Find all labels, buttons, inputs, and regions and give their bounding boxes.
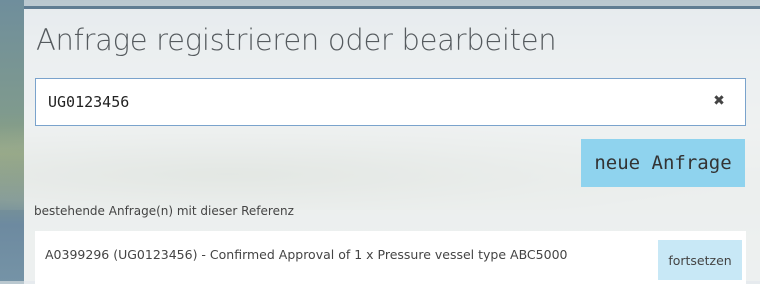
reference-search-field[interactable]: ✖ — [35, 78, 746, 126]
page-title: Anfrage registrieren oder bearbeiten — [36, 23, 557, 57]
reference-input[interactable] — [36, 79, 696, 125]
request-summary: A0399296 (UG0123456) - Confirmed Approva… — [45, 247, 568, 262]
new-request-button[interactable]: neue Anfrage — [581, 139, 745, 187]
list-item: A0399296 (UG0123456) - Confirmed Approva… — [35, 231, 746, 284]
request-panel: Anfrage registrieren oder bearbeiten ✖ n… — [24, 6, 760, 284]
close-icon[interactable]: ✖ — [711, 93, 727, 109]
existing-requests-label: bestehende Anfrage(n) mit dieser Referen… — [34, 204, 294, 218]
continue-button[interactable]: fortsetzen — [658, 240, 742, 280]
